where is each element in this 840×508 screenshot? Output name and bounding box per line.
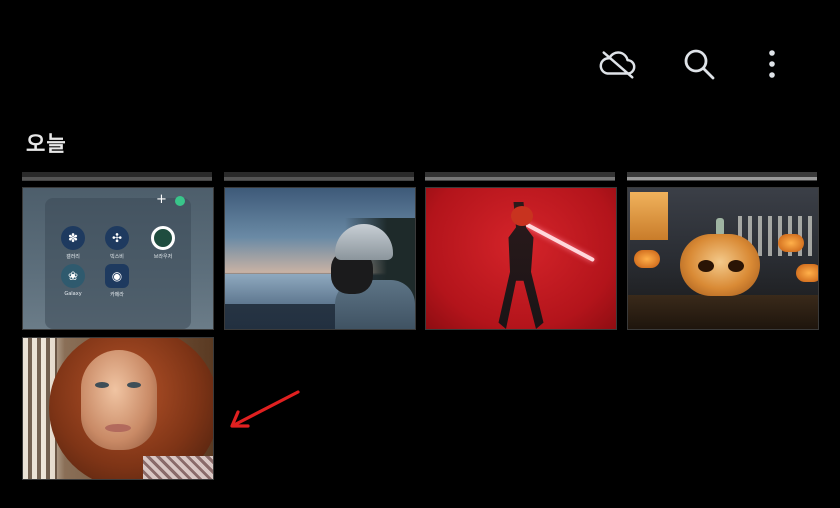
app-shortcut: 브라우저 bbox=[145, 226, 181, 260]
status-dot bbox=[175, 196, 185, 206]
app-shortcut: ◉ 카메라 bbox=[99, 264, 135, 298]
leaf-icon: ❀ bbox=[61, 264, 85, 288]
red-hair-portrait-photo-thumbnail[interactable] bbox=[22, 337, 214, 480]
halloween-pumpkin-photo-thumbnail[interactable] bbox=[627, 187, 819, 330]
flower-icon: ✽ bbox=[61, 226, 85, 250]
red-arrow-annotation bbox=[230, 390, 300, 428]
scrolled-thumbnail-edge[interactable] bbox=[22, 172, 212, 181]
scrolled-thumbnail-edge[interactable] bbox=[224, 172, 414, 181]
bixby-icon: ✣ bbox=[105, 226, 129, 250]
cloud-off-icon[interactable] bbox=[598, 44, 638, 84]
app-shortcut: ❀ Galaxy bbox=[55, 264, 91, 297]
red-warrior-photo-thumbnail[interactable] bbox=[425, 187, 617, 330]
more-vert-icon[interactable] bbox=[752, 44, 792, 84]
dusk-helmet-photo-thumbnail[interactable] bbox=[224, 187, 416, 330]
app-shortcut: ✽ 갤러리 bbox=[55, 226, 91, 260]
camera-icon: ◉ bbox=[105, 264, 129, 288]
search-icon[interactable] bbox=[679, 44, 719, 84]
scrolled-thumbnail-edge[interactable] bbox=[425, 172, 615, 181]
top-app-bar bbox=[0, 0, 840, 120]
ring-icon bbox=[151, 226, 175, 250]
section-title-today: 오늘 bbox=[26, 132, 67, 156]
home-screen-screenshot-thumbnail[interactable]: + ✽ 갤러리 ✣ 빅스비 브라우저 ❀ Galaxy ◉ 카메라 bbox=[22, 187, 214, 330]
scrolled-thumbnail-edge[interactable] bbox=[627, 172, 817, 181]
app-shortcut: ✣ 빅스비 bbox=[99, 226, 135, 260]
plus-icon: + bbox=[156, 192, 167, 207]
